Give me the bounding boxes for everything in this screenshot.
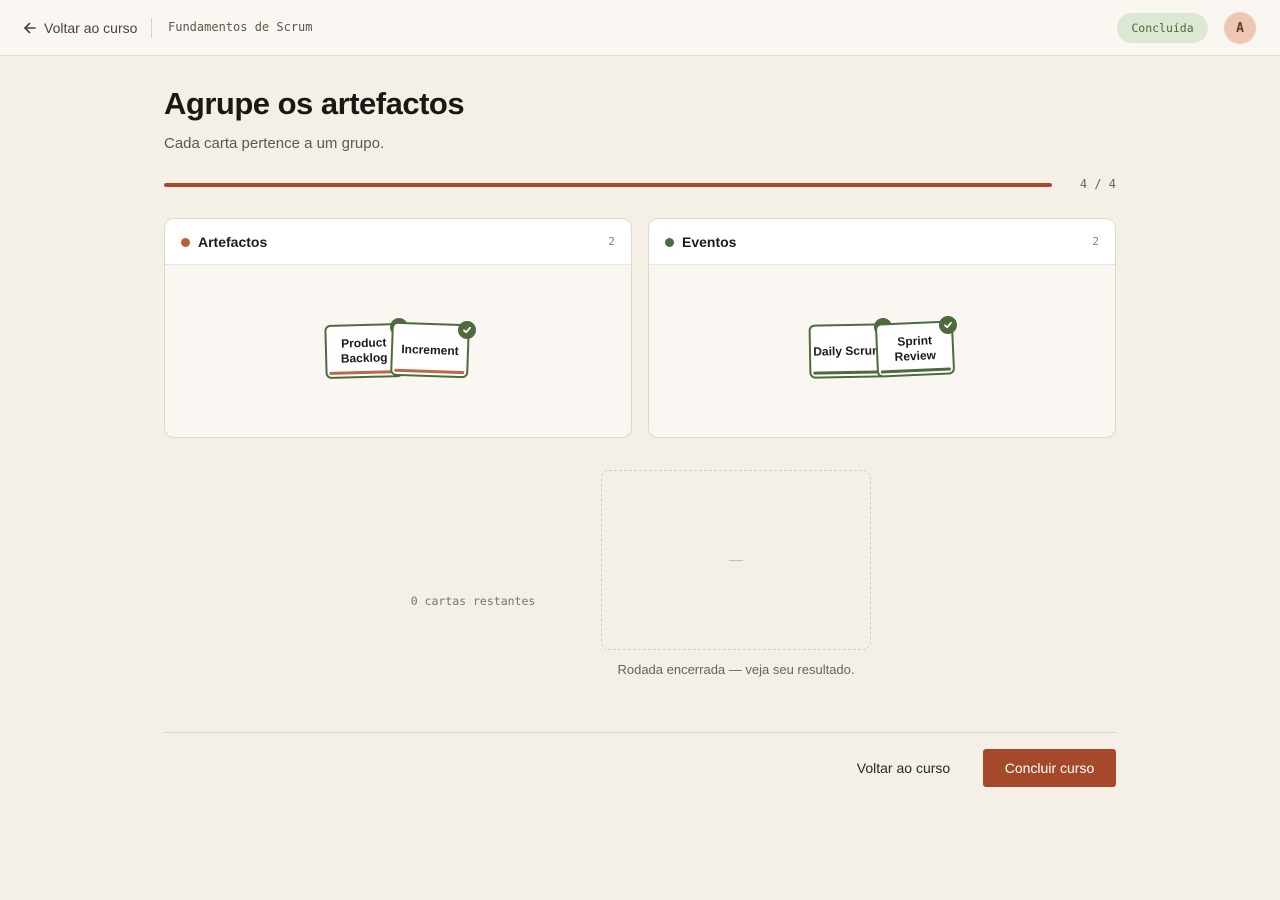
group-header: Artefactos 2 bbox=[165, 219, 631, 265]
card-underline bbox=[813, 370, 884, 375]
group-count: 2 bbox=[1092, 235, 1099, 248]
card-underline bbox=[880, 367, 951, 374]
status-badge: Concluída bbox=[1117, 13, 1208, 43]
group-title: Eventos bbox=[682, 234, 737, 250]
group-title: Artefactos bbox=[198, 234, 268, 250]
card-label: Daily Scrum bbox=[813, 342, 883, 359]
arrow-left-icon bbox=[24, 22, 36, 34]
course-name: Fundamentos de Scrum bbox=[168, 20, 313, 34]
check-icon bbox=[458, 321, 476, 339]
page-subtitle: Cada carta pertence a um grupo. bbox=[164, 135, 385, 152]
progress-bar bbox=[164, 183, 1052, 187]
page-title: Agrupe os artefactos bbox=[164, 86, 465, 121]
finish-course-button[interactable]: Concluir curso bbox=[983, 749, 1116, 787]
group-eventos[interactable]: Eventos 2 Daily Scrum Sprint Review bbox=[648, 218, 1116, 438]
group-color-dot bbox=[181, 238, 190, 247]
progress-fill bbox=[164, 183, 1052, 187]
card-underline bbox=[329, 370, 400, 375]
footer-divider bbox=[164, 732, 1116, 733]
avatar[interactable]: A bbox=[1224, 12, 1256, 44]
header-divider bbox=[151, 18, 152, 38]
group-artefactos[interactable]: Artefactos 2 Product Backlog Increment bbox=[164, 218, 632, 438]
round-finished-message: Rodada encerrada — veja seu resultado. bbox=[617, 662, 855, 677]
back-to-course-button[interactable]: Voltar ao curso bbox=[840, 749, 967, 787]
group-color-dot bbox=[665, 238, 674, 247]
group-header: Eventos 2 bbox=[649, 219, 1115, 265]
back-to-course-link[interactable]: Voltar ao curso bbox=[22, 18, 137, 38]
card-underline bbox=[394, 368, 465, 375]
check-icon bbox=[939, 316, 957, 334]
group-count: 2 bbox=[608, 235, 615, 248]
card-deck-empty: — bbox=[601, 470, 871, 650]
back-link-label: Voltar ao curso bbox=[44, 20, 138, 36]
progress-label: 4 / 4 bbox=[1079, 177, 1116, 191]
card-label: Increment bbox=[401, 341, 459, 358]
card-label: Sprint Review bbox=[894, 333, 937, 364]
top-bar: Voltar ao curso Fundamentos de Scrum Con… bbox=[0, 0, 1280, 56]
remaining-cards-count: 0 cartas restantes bbox=[410, 594, 536, 608]
deck-empty-placeholder: — bbox=[729, 551, 743, 567]
